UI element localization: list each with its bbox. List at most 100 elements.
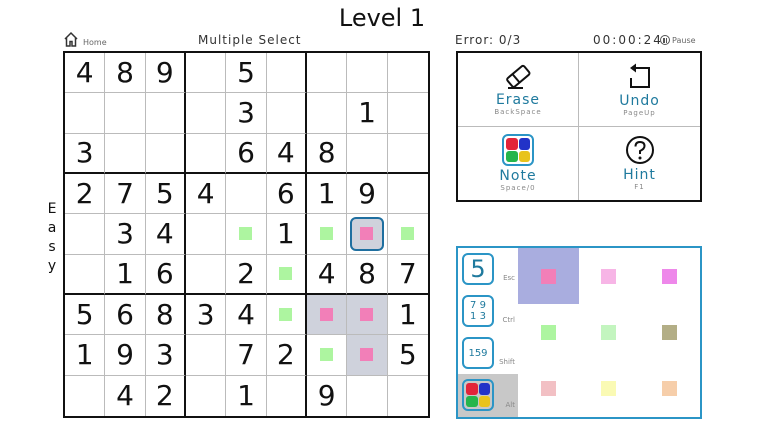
mode-digit[interactable]: 5 Esc	[458, 248, 518, 290]
color-swatch[interactable]	[518, 361, 579, 417]
board-cell[interactable]	[306, 93, 348, 134]
board-cell[interactable]	[266, 53, 307, 94]
color-swatch[interactable]	[639, 361, 700, 417]
board-cell[interactable]: 9	[307, 375, 348, 416]
board-cell[interactable]	[388, 376, 428, 416]
board-cell[interactable]: 1	[105, 254, 146, 295]
color-swatch[interactable]	[579, 361, 640, 417]
board-cell[interactable]	[306, 335, 348, 376]
board-cell[interactable]: 3	[226, 93, 267, 134]
hint-button[interactable]: Hint F1	[579, 127, 700, 201]
board-cell[interactable]: 6	[226, 133, 267, 174]
board-cell[interactable]: 4	[65, 53, 106, 94]
board-cell[interactable]	[145, 93, 186, 134]
board-cell[interactable]: 8	[347, 254, 388, 295]
board-cell[interactable]	[185, 93, 227, 134]
board-cell[interactable]	[65, 375, 106, 416]
board-cell[interactable]	[306, 214, 348, 255]
multiple-select-toggle[interactable]: Multiple Select	[198, 33, 302, 47]
board-cell[interactable]: 2	[146, 375, 186, 416]
board-cell[interactable]: 6	[105, 294, 146, 336]
board-cell[interactable]	[347, 335, 388, 376]
color-swatch[interactable]	[579, 248, 640, 304]
undo-button[interactable]: Undo PageUp	[579, 53, 700, 127]
mode-corner-notes[interactable]: 7 9 1 3 Ctrl	[458, 290, 518, 332]
board-cell[interactable]: 5	[226, 53, 267, 94]
board-cell[interactable]: 5	[145, 173, 186, 215]
board-cell[interactable]	[306, 53, 348, 94]
board-cell[interactable]: 4	[185, 173, 227, 215]
board-cell[interactable]	[65, 93, 106, 134]
color-swatch[interactable]	[639, 304, 700, 360]
board-cell[interactable]	[347, 214, 388, 255]
board-cell[interactable]	[186, 375, 227, 416]
board-cell[interactable]	[185, 254, 227, 295]
board-cell[interactable]: 5	[387, 335, 428, 376]
board-cell[interactable]	[226, 173, 267, 215]
pause-button[interactable]: Pause	[660, 35, 696, 45]
board-cell[interactable]	[185, 214, 227, 255]
board-cell[interactable]: 7	[226, 335, 267, 376]
board-cell[interactable]	[347, 133, 388, 174]
board-cell[interactable]: 4	[266, 133, 307, 174]
board-cell[interactable]: 6	[266, 173, 307, 215]
board-cell[interactable]	[65, 214, 106, 255]
board-cell[interactable]	[306, 294, 348, 336]
board-cell[interactable]: 5	[65, 294, 106, 336]
board-cell[interactable]	[347, 294, 388, 336]
board-cell[interactable]: 1	[306, 173, 348, 215]
board-cell[interactable]: 1	[347, 93, 388, 134]
mode-color[interactable]: Alt	[458, 374, 518, 417]
board-cell[interactable]: 1	[65, 335, 106, 376]
board-cell[interactable]: 9	[347, 173, 388, 215]
mode-center-notes[interactable]: 159 Shift	[458, 332, 518, 374]
board-cell[interactable]: 8	[105, 53, 146, 94]
note-button[interactable]: Note Space/0	[458, 126, 579, 200]
board-cell[interactable]	[65, 254, 106, 295]
board-cell[interactable]: 8	[306, 133, 348, 174]
board-cell[interactable]	[267, 375, 307, 416]
board-cell[interactable]	[145, 133, 186, 174]
board-cell[interactable]: 7	[387, 255, 428, 295]
color-swatch[interactable]	[518, 248, 579, 305]
board-cell[interactable]: 8	[145, 294, 186, 336]
board-cell[interactable]: 2	[266, 335, 307, 376]
color-swatch[interactable]	[579, 304, 640, 360]
board-cell[interactable]	[387, 174, 428, 215]
board-cell[interactable]: 4	[306, 254, 348, 295]
board-cell[interactable]: 9	[145, 53, 186, 94]
board-cell[interactable]: 7	[105, 173, 146, 215]
board-cell[interactable]	[105, 133, 146, 174]
board-cell[interactable]: 3	[145, 335, 186, 376]
board-cell[interactable]: 3	[185, 294, 227, 336]
board-cell[interactable]	[266, 254, 307, 295]
board-cell[interactable]	[266, 93, 307, 134]
board-cell[interactable]: 3	[65, 133, 106, 174]
board-cell[interactable]: 2	[65, 173, 106, 215]
board-cell[interactable]	[347, 53, 388, 94]
board-cell[interactable]: 1	[226, 375, 267, 416]
board-cell[interactable]	[387, 134, 428, 174]
board-cell[interactable]: 6	[145, 254, 186, 295]
board-cell[interactable]	[185, 53, 227, 94]
board-cell[interactable]	[185, 133, 227, 174]
board-cell[interactable]	[105, 93, 146, 134]
board-cell[interactable]	[347, 375, 388, 416]
board-cell[interactable]	[387, 53, 428, 94]
board-cell[interactable]: 4	[145, 214, 186, 255]
erase-button[interactable]: Erase BackSpace	[458, 53, 579, 127]
board-cell[interactable]: 1	[387, 295, 428, 336]
board-cell[interactable]: 2	[226, 254, 267, 295]
board-cell[interactable]: 4	[105, 375, 146, 416]
board-cell[interactable]	[226, 214, 267, 255]
board-cell[interactable]: 9	[105, 335, 146, 376]
color-swatch[interactable]	[518, 304, 579, 360]
board-cell[interactable]	[266, 294, 307, 336]
board-cell[interactable]	[387, 214, 428, 255]
board-cell[interactable]	[185, 335, 227, 376]
color-swatch[interactable]	[639, 248, 700, 304]
board-cell[interactable]: 4	[226, 294, 267, 336]
board-cell[interactable]: 1	[266, 214, 307, 255]
board-cell[interactable]	[387, 93, 428, 134]
home-button[interactable]: Home	[63, 31, 107, 47]
